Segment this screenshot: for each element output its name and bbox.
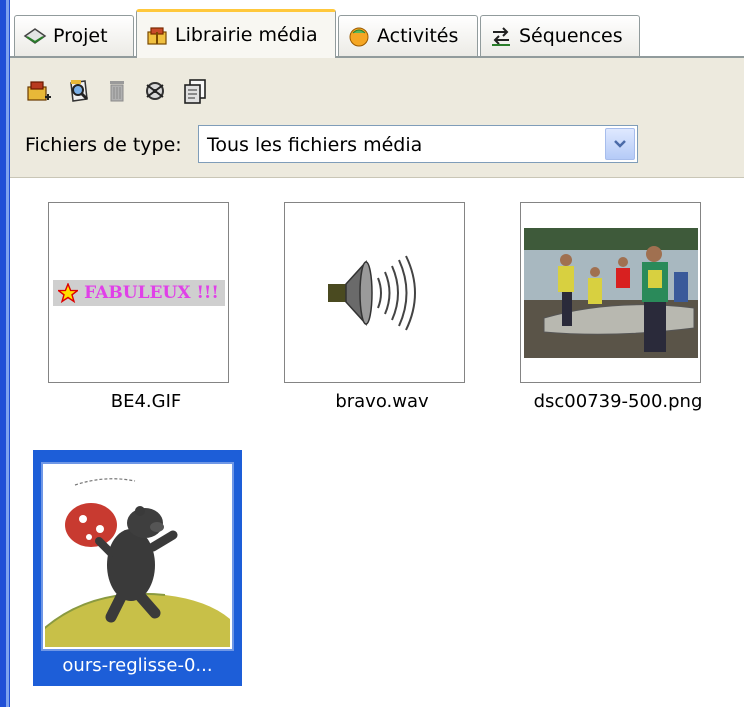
preview-media-button[interactable] bbox=[64, 76, 94, 106]
speaker-icon bbox=[327, 255, 416, 330]
refresh-button[interactable] bbox=[140, 76, 170, 106]
tab-label: Projet bbox=[53, 25, 108, 47]
delete-button[interactable] bbox=[102, 76, 132, 106]
copy-icon bbox=[184, 79, 206, 104]
delete-icon bbox=[110, 81, 124, 102]
media-item-dsc00739[interactable]: dsc00739-500.png bbox=[508, 178, 708, 412]
media-item-ours-reglisse[interactable]: ours-reglisse-0... bbox=[33, 450, 242, 686]
media-thumbnail bbox=[41, 462, 234, 651]
media-thumbnail: FABULEUX !!! bbox=[48, 202, 229, 383]
project-icon bbox=[23, 28, 47, 44]
media-library-icon bbox=[147, 27, 167, 45]
file-type-value: Tous les fichiers média bbox=[207, 134, 423, 156]
media-item-bravo-wav[interactable]: bravo.wav bbox=[272, 178, 472, 412]
dropdown-button[interactable] bbox=[605, 128, 635, 160]
media-item-be4-gif[interactable]: FABULEUX !!! BE4.GIF bbox=[36, 178, 236, 412]
window-left-border bbox=[0, 0, 10, 707]
file-type-select[interactable]: Tous les fichiers média bbox=[198, 125, 638, 163]
gif-banner: FABULEUX !!! bbox=[52, 279, 225, 306]
bear-illustration bbox=[45, 466, 230, 647]
photo-image bbox=[523, 227, 698, 358]
star-icon bbox=[58, 282, 79, 303]
gif-text: FABULEUX !!! bbox=[84, 282, 219, 303]
media-thumbnail bbox=[284, 202, 465, 383]
media-thumbnail bbox=[520, 202, 701, 383]
preview-media-icon bbox=[70, 80, 89, 102]
add-media-button[interactable] bbox=[24, 76, 54, 106]
media-caption: bravo.wav bbox=[335, 391, 429, 412]
tab-label: Librairie média bbox=[175, 24, 318, 46]
refresh-icon bbox=[146, 82, 164, 100]
chevron-down-icon bbox=[614, 140, 626, 148]
copy-button[interactable] bbox=[180, 76, 210, 106]
tab-sequences[interactable]: Séquences bbox=[480, 15, 640, 56]
activities-icon bbox=[349, 27, 369, 47]
tab-librairie-media[interactable]: Librairie média bbox=[136, 9, 336, 58]
tab-activites[interactable]: Activités bbox=[338, 15, 478, 56]
tab-bar: Projet Librairie média Activités Séquenc… bbox=[10, 0, 744, 58]
file-type-label: Fichiers de type: bbox=[25, 134, 182, 156]
media-caption: BE4.GIF bbox=[110, 391, 182, 412]
sequences-icon bbox=[492, 27, 510, 46]
tab-label: Séquences bbox=[519, 25, 623, 47]
tab-projet[interactable]: Projet bbox=[14, 15, 134, 56]
media-caption: ours-reglisse-0... bbox=[62, 655, 213, 676]
toolbar: Fichiers de type: Tous les fichiers médi… bbox=[10, 58, 744, 178]
tab-label: Activités bbox=[377, 25, 459, 47]
media-caption: dsc00739-500.png bbox=[533, 391, 703, 412]
add-media-icon bbox=[27, 81, 51, 101]
